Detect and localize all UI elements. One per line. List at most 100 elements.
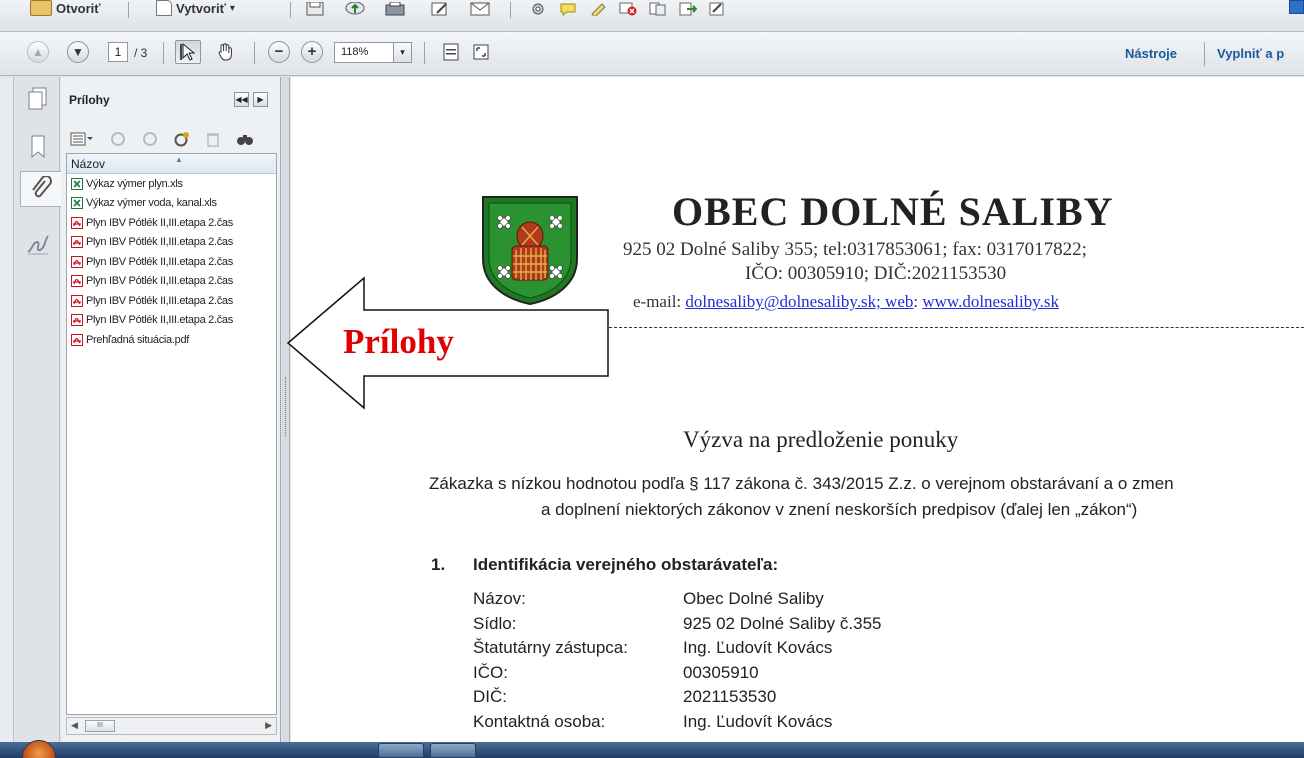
- collapse-panel-button[interactable]: ◀◀: [234, 92, 249, 107]
- document-subtitle-line1: Zákazka s nízkou hodnotou podľa § 117 zá…: [429, 474, 1174, 493]
- attachment-row[interactable]: Plyn IBV Pótlék II,III.etapa 2.čas: [67, 311, 276, 331]
- attachment-row[interactable]: Prehľadná situácia.pdf: [67, 330, 276, 350]
- toolbar-separator: [1204, 42, 1205, 66]
- cloud-upload-icon[interactable]: [345, 0, 365, 18]
- horizontal-scrollbar[interactable]: ◀ III ▶: [66, 717, 277, 735]
- delete-icon[interactable]: [618, 0, 638, 18]
- callout-label: Prílohy: [343, 322, 454, 361]
- search-attachments-button[interactable]: [236, 130, 254, 148]
- detail-value: Ing. Ľudovít Kovács: [683, 638, 833, 657]
- zoom-out-button[interactable]: −: [268, 41, 290, 63]
- delete-attachment-button[interactable]: [204, 130, 222, 148]
- attachment-row[interactable]: Plyn IBV Pótlék II,III.etapa 2.čas: [67, 252, 276, 272]
- comment-icon[interactable]: [558, 0, 578, 18]
- open-attachment-button[interactable]: [109, 130, 127, 148]
- start-button[interactable]: [22, 740, 56, 758]
- pdf-file-icon: [71, 333, 83, 346]
- window-edge: [0, 77, 14, 742]
- scroll-thumb[interactable]: III: [85, 720, 115, 732]
- fit-page-button[interactable]: [438, 40, 464, 64]
- hand-tool-button[interactable]: [212, 40, 238, 64]
- create-button[interactable]: Vytvoriť ▾: [156, 0, 235, 20]
- header-divider: [599, 327, 1304, 328]
- zoom-in-button[interactable]: +: [301, 41, 323, 63]
- options-menu-button[interactable]: [69, 130, 95, 148]
- full-screen-button[interactable]: [468, 40, 494, 64]
- edit-icon[interactable]: [430, 0, 450, 18]
- attachment-name: Výkaz výmer plyn.xls: [86, 177, 183, 190]
- attachments-button[interactable]: [20, 171, 61, 207]
- signatures-button[interactable]: [22, 227, 54, 263]
- zoom-value: 118%: [341, 46, 369, 58]
- email-icon[interactable]: [470, 0, 490, 18]
- web-separator: :: [913, 292, 923, 311]
- save-attachment-button[interactable]: [141, 130, 159, 148]
- compare-icon[interactable]: [648, 0, 668, 18]
- save-icon[interactable]: [305, 0, 325, 18]
- attachment-row[interactable]: Výkaz výmer voda, kanal.xls: [67, 194, 276, 214]
- detail-value: 2021153530: [683, 687, 777, 706]
- taskbar-button[interactable]: [430, 743, 476, 758]
- attachment-row[interactable]: Plyn IBV Pótlék II,III.etapa 2.čas: [67, 233, 276, 253]
- trash-icon: [207, 133, 219, 147]
- attachment-row[interactable]: Plyn IBV Pótlék II,III.etapa 2.čas: [67, 213, 276, 233]
- detail-label: Kontaktná osoba:: [473, 712, 606, 731]
- organization-address: 925 02 Dolné Saliby 355; tel:0317853061;…: [623, 239, 1087, 260]
- detail-value: 00305910: [683, 663, 759, 682]
- open-button[interactable]: Otvoriť: [30, 0, 101, 20]
- previous-page-button[interactable]: ▲: [27, 41, 49, 63]
- open-label: Otvoriť: [56, 0, 101, 16]
- fill-sign-pane-link[interactable]: Vyplniť a p: [1217, 46, 1284, 61]
- next-page-button[interactable]: ▼: [67, 41, 89, 63]
- attachment-name: Výkaz výmer voda, kanal.xls: [86, 197, 217, 210]
- attachment-row[interactable]: Výkaz výmer plyn.xls: [67, 174, 276, 194]
- organization-ids: IČO: 00305910; DIČ:2021153530: [745, 263, 1007, 284]
- zoom-select[interactable]: 118% ▾: [334, 42, 412, 63]
- folder-icon: [30, 0, 52, 16]
- website-link[interactable]: www.dolnesaliby.sk: [922, 292, 1059, 311]
- create-pdf-icon: [156, 0, 172, 16]
- tools-pane-link[interactable]: Nástroje: [1125, 46, 1177, 61]
- attachment-row[interactable]: Plyn IBV Pótlék II,III.etapa 2.čas: [67, 272, 276, 292]
- detail-label: DIČ:: [473, 687, 507, 706]
- email-prefix: e-mail:: [633, 292, 686, 311]
- window-control-icon[interactable]: [1289, 0, 1304, 14]
- export-icon[interactable]: [678, 0, 698, 18]
- section-title: Identifikácia verejného obstarávateľa:: [473, 555, 779, 574]
- excel-file-icon: [71, 197, 83, 210]
- print-icon[interactable]: [385, 0, 405, 18]
- save-file-icon: [143, 132, 157, 146]
- highlight-icon[interactable]: [588, 0, 608, 18]
- fit-page-icon: [443, 43, 459, 61]
- scroll-left-icon[interactable]: ◀: [71, 720, 78, 731]
- attachment-name: Plyn IBV Pótlék II,III.etapa 2.čas: [86, 216, 233, 229]
- toolbar-separator: [290, 2, 291, 18]
- bookmarks-button[interactable]: [22, 129, 54, 165]
- arrow-up-icon: ▲: [32, 45, 44, 59]
- pages-icon: [28, 87, 47, 110]
- file-rows: Výkaz výmer plyn.xls Výkaz výmer voda, ka…: [67, 174, 276, 350]
- toolbar-separator: [128, 2, 129, 18]
- attachment-row[interactable]: Plyn IBV Pótlék II,III.etapa 2.čas: [67, 291, 276, 311]
- settings-gear-icon[interactable]: [528, 0, 548, 18]
- email-link[interactable]: dolnesaliby@dolnesaliby.sk; web: [685, 292, 913, 311]
- binoculars-icon: [237, 135, 253, 145]
- scroll-right-icon[interactable]: ▶: [265, 720, 272, 731]
- sign-icon[interactable]: [708, 0, 728, 18]
- organization-name: OBEC DOLNÉ SALIBY: [672, 189, 1114, 234]
- add-attachment-button[interactable]: [173, 130, 191, 148]
- column-header-name[interactable]: Názov ▲: [67, 154, 276, 174]
- plus-icon: +: [307, 43, 317, 60]
- sort-ascending-icon: ▲: [175, 155, 183, 164]
- page-number-input[interactable]: 1: [108, 42, 128, 62]
- column-header-label: Názov: [71, 157, 106, 171]
- triangle-right-icon: ▶: [257, 95, 264, 104]
- panel-options-button[interactable]: ▶: [253, 92, 268, 107]
- taskbar: [0, 740, 1304, 758]
- section-number: 1.: [431, 555, 446, 574]
- taskbar-button[interactable]: [378, 743, 424, 758]
- contact-line: e-mail: dolnesaliby@dolnesaliby.sk; web:…: [633, 292, 1059, 312]
- detail-label: IČO:: [473, 663, 508, 682]
- select-tool-button[interactable]: [175, 40, 201, 64]
- page-thumbnails-button[interactable]: [22, 81, 54, 117]
